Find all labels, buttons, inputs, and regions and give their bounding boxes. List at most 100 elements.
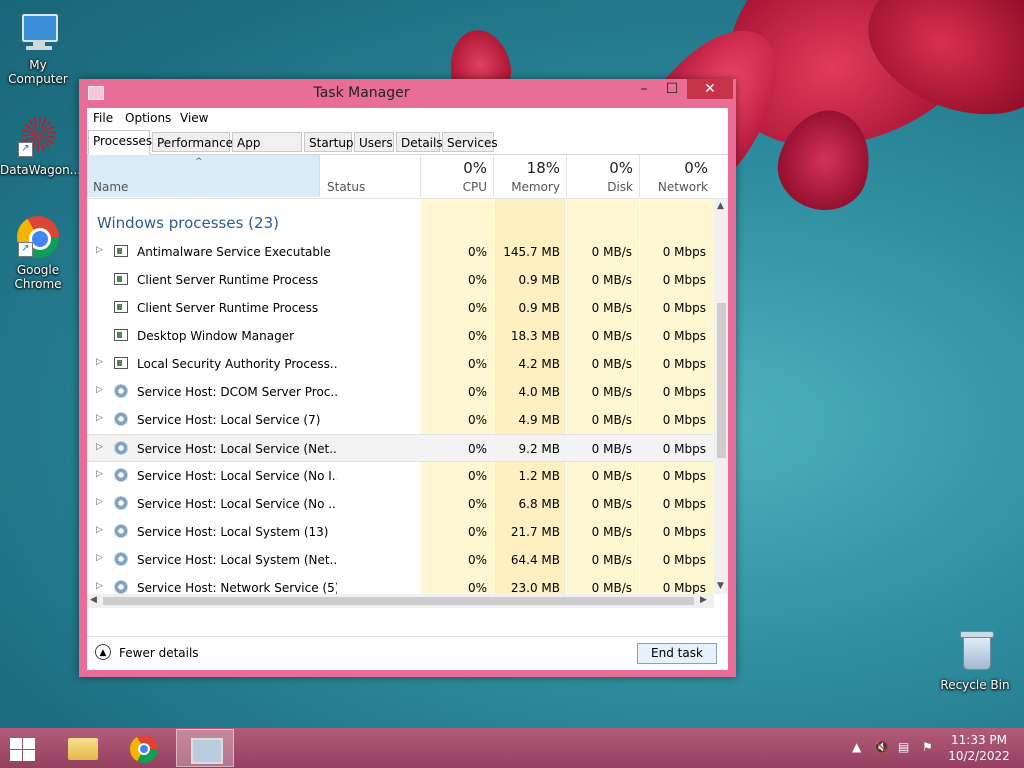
horizontal-scrollbar[interactable]: ◀ ▶ (87, 594, 714, 608)
close-button[interactable]: ✕ (687, 79, 733, 99)
column-label: Network (657, 180, 708, 194)
maximize-button[interactable]: ☐ (659, 79, 685, 99)
network-value: 0 Mbps (662, 301, 706, 315)
column-header-name[interactable]: ^ Name (87, 155, 320, 197)
expand-chevron-icon[interactable]: ▷ (96, 525, 103, 535)
column-header-cpu[interactable]: 0% CPU (421, 155, 493, 197)
disk-value: 0 MB/s (591, 553, 632, 567)
desktop-icon-recycle-bin[interactable]: Recycle Bin (937, 630, 1013, 692)
scroll-right-icon[interactable]: ▶ (700, 595, 707, 605)
disk-value: 0 MB/s (591, 525, 632, 539)
tab-performance[interactable]: Performance (152, 132, 233, 152)
process-name: Service Host: Network Service (5) (137, 581, 337, 595)
process-row[interactable]: ▷ Service Host: Local Service (7) 0% 4.9 MB… (87, 406, 713, 434)
chevron-up-icon[interactable]: ▲ (852, 740, 861, 754)
tab-users[interactable]: Users (354, 132, 394, 152)
process-row[interactable]: ▷ Service Host: Local System (13) 0% 21.7 M… (87, 518, 713, 546)
memory-value: 0.9 MB (518, 273, 560, 287)
tab-app-history[interactable]: App history (232, 132, 302, 170)
tab-processes[interactable]: Processes (88, 130, 152, 155)
network-value: 0 Mbps (662, 553, 706, 567)
system-clock[interactable]: 11:33 PM 10/2/2022 (940, 732, 1018, 764)
expand-chevron-icon[interactable]: ▷ (96, 413, 103, 423)
process-row[interactable]: Client Server Runtime Process 0% 0.9 MB 0 M… (87, 294, 713, 322)
taskbar-task-manager[interactable] (176, 729, 234, 767)
expand-chevron-icon[interactable]: ▷ (96, 497, 103, 507)
column-header-memory[interactable]: 18% Memory (494, 155, 566, 197)
network-value: 0 Mbps (662, 385, 706, 399)
shortcut-arrow-icon: ↗ (18, 242, 33, 257)
memory-value: 18.3 MB (510, 329, 560, 343)
process-row[interactable]: ▷ Service Host: Local System (Net... 0% 64.… (87, 546, 713, 574)
column-header-network[interactable]: 0% Network (640, 155, 714, 197)
minimize-button[interactable]: – (631, 79, 657, 99)
process-row[interactable]: ▷ Antimalware Service Executable 0% 145.7 M… (87, 238, 713, 266)
fewer-details-button[interactable]: ▲ Fewer details (87, 637, 207, 670)
expand-chevron-icon[interactable]: ▷ (96, 385, 103, 395)
vertical-scrollbar[interactable]: ▲ ▼ (714, 199, 728, 594)
action-center-icon[interactable]: ⚑ (922, 740, 933, 754)
expand-chevron-icon[interactable]: ▷ (96, 245, 103, 255)
cpu-value: 0% (467, 413, 487, 427)
process-row[interactable]: Client Server Runtime Process 0% 0.9 MB 0 M… (87, 266, 713, 294)
desktop-icon-datawagon[interactable]: ↗ DataWagon... (0, 115, 81, 177)
cpu-value: 0% (467, 385, 487, 399)
scroll-left-icon[interactable]: ◀ (90, 595, 97, 605)
process-row[interactable]: ▷ Service Host: Local Service (No ... 0% 6.… (87, 490, 713, 518)
scroll-up-icon[interactable]: ▲ (717, 201, 724, 211)
network-value: 0 Mbps (662, 273, 706, 287)
cpu-value: 0% (467, 273, 487, 287)
column-header-disk[interactable]: 0% Disk (567, 155, 639, 197)
process-row[interactable]: ▷ Local Security Authority Process... 0% 4.… (87, 350, 713, 378)
menu-view[interactable]: View (180, 111, 208, 125)
memory-value: 145.7 MB (503, 245, 560, 259)
process-row[interactable]: ▷ Service Host: Local Service (No I... 0% 1… (87, 462, 713, 490)
desktop-icon-label: Recycle Bin (940, 678, 1010, 692)
tab-details[interactable]: Details (396, 132, 443, 152)
expand-chevron-icon[interactable]: ▷ (96, 553, 103, 563)
volume-muted-icon[interactable]: 🔇 (874, 740, 889, 754)
process-name: Service Host: Local Service (7) (137, 413, 321, 427)
network-icon[interactable]: ▤ (898, 740, 909, 754)
taskbar-chrome[interactable] (114, 729, 172, 767)
end-task-button[interactable]: End task (637, 643, 717, 664)
memory-value: 64.4 MB (510, 553, 560, 567)
expand-chevron-icon[interactable]: ▷ (96, 469, 103, 479)
gear-icon (114, 441, 128, 455)
process-row[interactable]: ▷ Service Host: DCOM Server Proc... 0% 4.0 … (87, 378, 713, 406)
tab-services[interactable]: Services (442, 132, 498, 152)
memory-value: 6.8 MB (518, 497, 560, 511)
disk-value: 0 MB/s (591, 497, 632, 511)
horizontal-scroll-thumb[interactable] (103, 597, 694, 605)
process-row[interactable]: ▷ Service Host: Local Service (Net... 0% 9.… (87, 434, 713, 462)
vertical-scroll-thumb[interactable] (717, 303, 726, 458)
title-bar[interactable]: Task Manager – ☐ ✕ (79, 79, 736, 107)
process-name: Client Server Runtime Process (137, 301, 319, 315)
start-button[interactable] (8, 736, 38, 762)
tab-startup[interactable]: Startup (304, 132, 354, 152)
disk-value: 0 MB/s (591, 442, 632, 456)
memory-value: 0.9 MB (518, 301, 560, 315)
column-header-status[interactable]: Status (320, 155, 420, 197)
disk-value: 0 MB/s (591, 357, 632, 371)
memory-value: 1.2 MB (518, 469, 560, 483)
expand-chevron-icon[interactable]: ▷ (96, 442, 103, 452)
scroll-down-icon[interactable]: ▼ (717, 581, 724, 591)
app-icon (114, 245, 128, 257)
menu-file[interactable]: File (93, 111, 113, 125)
chevron-up-circle-icon: ▲ (95, 644, 111, 660)
taskbar-file-explorer[interactable] (52, 729, 110, 767)
expand-chevron-icon[interactable]: ▷ (96, 581, 103, 591)
process-name: Antimalware Service Executable (137, 245, 331, 259)
network-value: 0 Mbps (662, 497, 706, 511)
taskbar: ▲ 🔇 ▤ ⚑ 11:33 PM 10/2/2022 (0, 728, 1024, 768)
app-icon (114, 357, 128, 369)
expand-chevron-icon[interactable]: ▷ (96, 357, 103, 367)
process-name: Service Host: Local Service (No I... (137, 469, 337, 483)
memory-value: 21.7 MB (510, 525, 560, 539)
process-row[interactable]: Desktop Window Manager 0% 18.3 MB 0 MB/s 0 M… (87, 322, 713, 350)
gear-icon (114, 384, 128, 398)
desktop-icon-my-computer[interactable]: My Computer (0, 10, 76, 86)
menu-options[interactable]: Options (125, 111, 171, 125)
desktop-icon-chrome[interactable]: ↗ Google Chrome (0, 215, 76, 291)
